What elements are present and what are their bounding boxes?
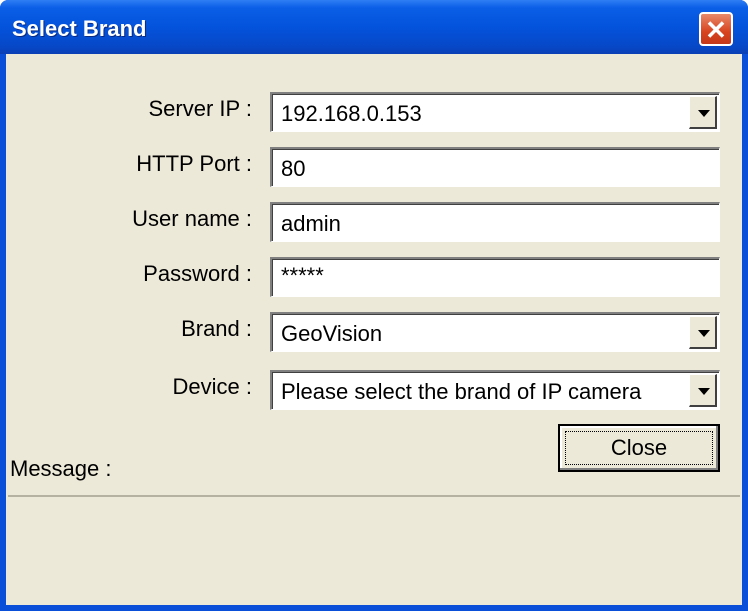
user-name-label: User name : bbox=[132, 206, 252, 231]
close-button[interactable]: Close bbox=[558, 424, 720, 472]
dialog-body: Server IP : 192.168.0.153 HTTP Port : 80… bbox=[6, 54, 742, 605]
dialog-window: Select Brand ✕ Server IP : 192.168.0.153… bbox=[0, 0, 748, 611]
device-value: Please select the brand of IP camera bbox=[281, 379, 642, 404]
server-ip-label: Server IP : bbox=[148, 96, 252, 121]
brand-value: GeoVision bbox=[281, 321, 383, 346]
password-value: ***** bbox=[281, 263, 324, 288]
password-input[interactable]: ***** bbox=[270, 257, 720, 297]
close-button-label: Close bbox=[610, 435, 668, 460]
user-name-value: admin bbox=[281, 211, 341, 236]
user-name-input[interactable]: admin bbox=[270, 202, 720, 242]
brand-combobox[interactable]: GeoVision bbox=[270, 312, 720, 352]
divider bbox=[8, 495, 740, 497]
http-port-input[interactable]: 80 bbox=[270, 147, 720, 187]
chevron-down-icon[interactable] bbox=[689, 374, 717, 407]
device-combobox[interactable]: Please select the brand of IP camera bbox=[270, 370, 720, 410]
password-label: Password : bbox=[143, 261, 252, 286]
http-port-value: 80 bbox=[281, 156, 306, 181]
server-ip-value: 192.168.0.153 bbox=[281, 101, 422, 126]
message-label: Message : bbox=[10, 456, 112, 481]
chevron-down-icon[interactable] bbox=[689, 96, 717, 129]
close-icon[interactable]: ✕ bbox=[699, 12, 733, 46]
title-bar[interactable]: Select Brand ✕ bbox=[0, 0, 748, 54]
server-ip-combobox[interactable]: 192.168.0.153 bbox=[270, 92, 720, 132]
window-title: Select Brand bbox=[12, 16, 147, 41]
brand-label: Brand : bbox=[181, 316, 252, 341]
chevron-down-icon[interactable] bbox=[689, 316, 717, 349]
http-port-label: HTTP Port : bbox=[136, 151, 252, 176]
device-label: Device : bbox=[172, 374, 252, 399]
